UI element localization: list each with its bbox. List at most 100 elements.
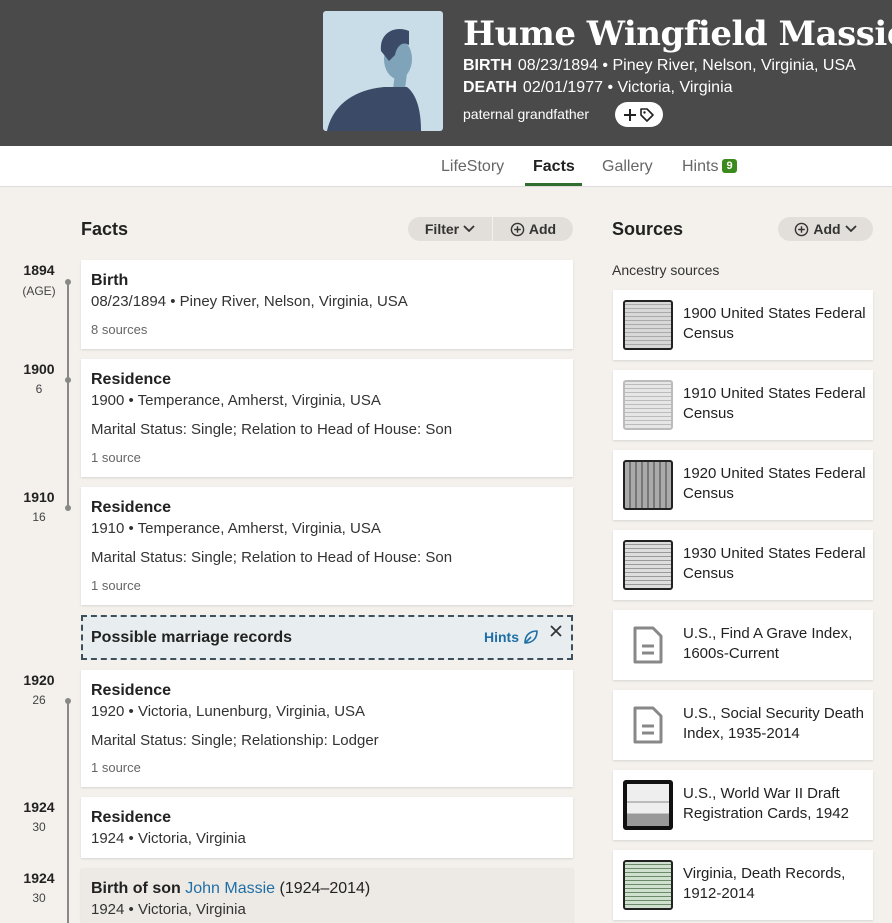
hint-card-marriage[interactable]: Possible marriage records Hints: [81, 615, 573, 660]
source-card[interactable]: 1900 United States Federal Census: [613, 290, 873, 360]
source-card[interactable]: U.S., World War II Draft Registration Ca…: [613, 770, 873, 840]
timeline-year: 1910: [23, 489, 55, 505]
fact-title: Residence: [91, 682, 172, 699]
fact-description: Marital Status: Single; Relation to Head…: [91, 549, 453, 566]
birth-info: BIRTH 08/23/1894 • Piney River, Nelson, V…: [463, 57, 856, 75]
tab-gallery[interactable]: Gallery: [602, 158, 653, 176]
census-image-thumbnail: [623, 300, 673, 350]
census-image-thumbnail: [623, 380, 673, 430]
timeline-dot: [65, 279, 71, 285]
timeline-age: 30: [32, 820, 46, 834]
tab-lifestory[interactable]: LifeStory: [441, 158, 504, 176]
add-source-button[interactable]: Add: [778, 217, 873, 241]
fact-sources: 8 sources: [91, 322, 148, 337]
ancestry-sources-label: Ancestry sources: [612, 262, 720, 278]
source-title: 1900 United States Federal Census: [683, 305, 866, 342]
birth-value: 08/23/1894 • Piney River, Nelson, Virgin…: [517, 57, 856, 74]
tab-hints-label: Hints: [682, 158, 719, 175]
tab-facts[interactable]: Facts: [533, 158, 575, 176]
fact-card-residence[interactable]: Residence 1910 • Temperance, Amherst, Vi…: [81, 487, 573, 605]
death-label: DEATH: [463, 79, 517, 96]
death-value: 02/01/1977 • Victoria, Virginia: [522, 79, 733, 96]
fact-details: 1910 • Temperance, Amherst, Virginia, US…: [91, 520, 381, 537]
fact-title: Residence: [91, 809, 172, 826]
timeline-year: 1894: [23, 262, 55, 278]
avatar[interactable]: [323, 11, 443, 131]
fact-sources: 1 source: [91, 450, 141, 465]
timeline-age: 30: [32, 891, 46, 905]
fact-card-birth-of-son[interactable]: Birth of son John Massie (1924–2014) 192…: [81, 868, 573, 923]
fact-title: Birth: [91, 272, 129, 289]
timeline-dot: [65, 698, 71, 704]
source-title: Virginia, Death Records, 1912-2014: [683, 865, 846, 902]
hints-link[interactable]: Hints: [484, 629, 539, 645]
census-image-thumbnail: [623, 540, 673, 590]
sources-title: Sources: [612, 219, 684, 239]
active-tab-indicator: [525, 183, 582, 186]
dismiss-hint-button[interactable]: [549, 622, 563, 643]
source-card[interactable]: U.S., Find A Grave Index, 1600s-Current: [613, 610, 873, 680]
timeline-dot: [65, 505, 71, 511]
death-record-thumbnail: [623, 860, 673, 910]
source-card[interactable]: U.S., Social Security Death Index, 1935-…: [613, 690, 873, 760]
filter-label: Filter: [424, 221, 460, 237]
timeline-line: [67, 700, 69, 923]
close-icon: [550, 625, 562, 637]
fact-title-prefix: Birth of son: [91, 880, 186, 897]
tag-icon: [640, 107, 654, 122]
fact-title: Birth of son John Massie (1924–2014): [91, 880, 370, 898]
fact-card-residence[interactable]: Residence 1924 • Victoria, Virginia: [81, 797, 573, 858]
chevron-down-icon: [463, 225, 475, 233]
draft-card-thumbnail: [623, 780, 673, 830]
hint-title: Possible marriage records: [91, 629, 292, 646]
source-card[interactable]: 1920 United States Federal Census: [613, 450, 873, 520]
add-fact-label: Add: [528, 221, 557, 237]
fact-details: 1924 • Victoria, Virginia: [91, 901, 246, 918]
timeline-line: [67, 280, 69, 508]
source-title: 1930 United States Federal Census: [683, 545, 866, 582]
hints-count-badge: 9: [722, 159, 737, 173]
plus-circle-icon: [795, 222, 809, 236]
fact-sources: 1 source: [91, 578, 141, 593]
source-title: U.S., World War II Draft Registration Ca…: [683, 785, 849, 822]
source-card[interactable]: 1910 United States Federal Census: [613, 370, 873, 440]
source-card[interactable]: 1930 United States Federal Census: [613, 530, 873, 600]
fact-description: Marital Status: Single; Relation to Head…: [91, 421, 453, 438]
hints-link-label: Hints: [484, 629, 519, 645]
plus-icon: [624, 108, 636, 121]
fact-details: 08/23/1894 • Piney River, Nelson, Virgin…: [91, 293, 408, 310]
facts-title: Facts: [81, 219, 129, 239]
birth-label: BIRTH: [463, 57, 512, 74]
source-title: 1910 United States Federal Census: [683, 385, 866, 422]
son-name-link[interactable]: John Massie: [185, 880, 275, 897]
son-lifespan: (1924–2014): [275, 880, 371, 897]
fact-details: 1900 • Temperance, Amherst, Virginia, US…: [91, 392, 381, 409]
tab-bar: LifeStory Facts Gallery Hints 9: [0, 146, 892, 187]
timeline-age: 16: [32, 510, 46, 524]
source-card[interactable]: Virginia, Death Records, 1912-2014: [613, 850, 873, 920]
fact-description: Marital Status: Single; Relationship: Lo…: [91, 732, 379, 749]
person-silhouette-icon: [327, 29, 421, 131]
timeline-age: 26: [32, 693, 46, 707]
person-header: Hume Wingfield Massie BIRTH 08/23/1894 • …: [0, 0, 892, 146]
fact-card-birth[interactable]: Birth 08/23/1894 • Piney River, Nelson, …: [81, 260, 573, 349]
timeline-year: 1924: [23, 799, 55, 815]
add-fact-button[interactable]: Add: [493, 217, 573, 241]
add-tag-button[interactable]: [615, 102, 663, 127]
filter-button[interactable]: Filter: [408, 217, 492, 241]
fact-title: Residence: [91, 371, 172, 388]
fact-card-residence[interactable]: Residence 1920 • Victoria, Lunenburg, Vi…: [81, 670, 573, 787]
leaf-icon: [524, 630, 538, 644]
document-icon: [633, 706, 663, 744]
plus-circle-icon: [510, 222, 525, 236]
fact-title: Residence: [91, 499, 172, 516]
timeline-year: 1924: [23, 870, 55, 886]
death-info: DEATH 02/01/1977 • Victoria, Virginia: [463, 79, 733, 97]
census-image-thumbnail: [623, 460, 673, 510]
fact-sources: 1 source: [91, 760, 141, 775]
timeline-age: (AGE): [22, 284, 56, 298]
document-icon: [633, 626, 663, 664]
relationship-label: paternal grandfather: [463, 106, 590, 122]
fact-card-residence[interactable]: Residence 1900 • Temperance, Amherst, Vi…: [81, 359, 573, 477]
tab-hints[interactable]: Hints 9: [682, 158, 737, 176]
